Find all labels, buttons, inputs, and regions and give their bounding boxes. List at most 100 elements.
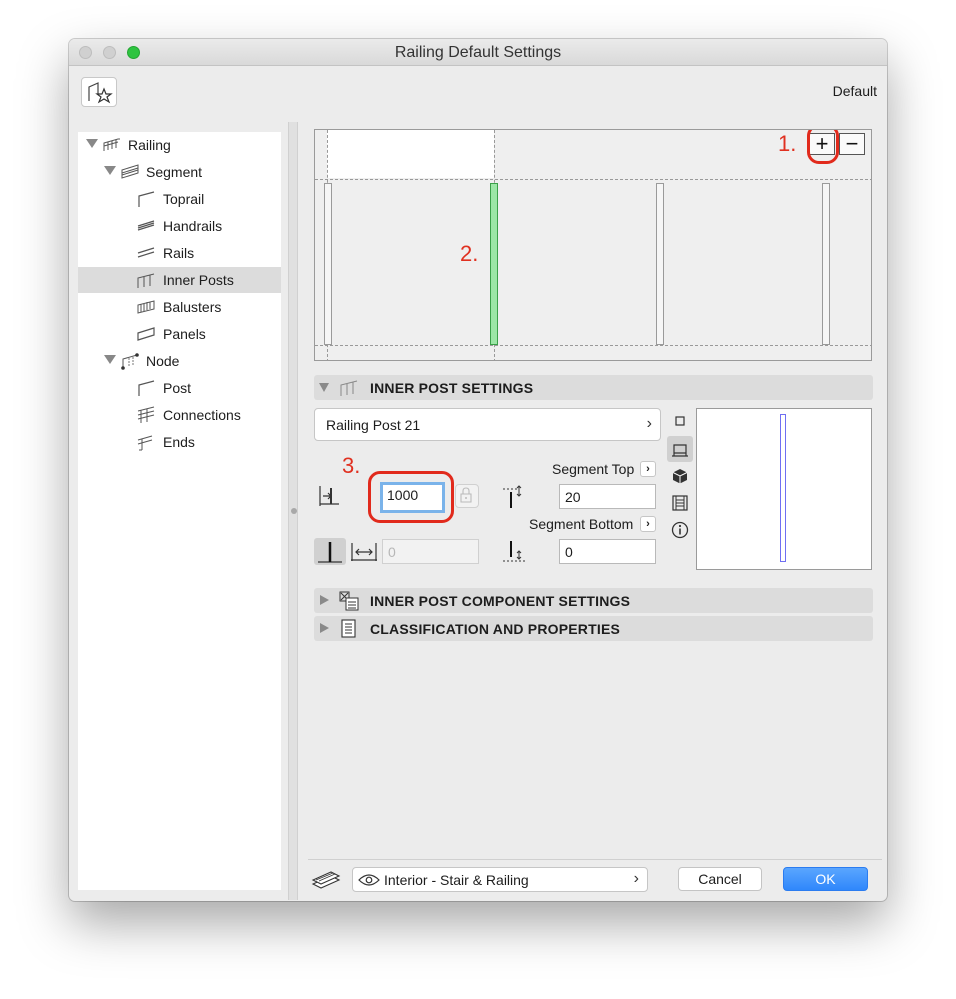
tree-item-railing[interactable]: Railing [78, 132, 281, 158]
node-icon [121, 353, 139, 370]
footer-divider [308, 859, 882, 860]
splitter-handle[interactable] [291, 508, 297, 514]
post-type-value: Railing Post 21 [326, 417, 421, 433]
favorites-button[interactable] [81, 77, 117, 107]
collapse-arrow-icon[interactable] [319, 383, 329, 392]
inner-posts-icon [340, 380, 358, 396]
info-icon [671, 521, 689, 539]
offset-input[interactable]: 1000 [380, 482, 445, 513]
tree-item-connections[interactable]: Connections [78, 402, 281, 428]
section-title: CLASSIFICATION AND PROPERTIES [370, 621, 621, 637]
title-bar: Railing Default Settings [69, 39, 887, 66]
remove-post-button[interactable]: − [839, 133, 865, 155]
tree-item-toprail[interactable]: Toprail [78, 186, 281, 212]
segment-top-input[interactable]: 20 [559, 484, 656, 509]
settings-tree: Railing Segment Toprail Handrails Rails … [78, 132, 281, 890]
guide-line [315, 179, 871, 180]
spacing-input[interactable]: 0 [382, 539, 479, 564]
view-3d-button[interactable] [667, 463, 693, 489]
component-settings-icon [339, 591, 359, 611]
railing-settings-dialog: Railing Default Settings Default Railing… [69, 39, 887, 901]
inner-post-settings-header[interactable]: INNER POST SETTINGS [314, 375, 873, 400]
preview-post[interactable] [656, 183, 664, 345]
annotation-step-1: 1. [778, 131, 797, 156]
chevron-right-icon: › [646, 415, 652, 432]
section-title: INNER POST SETTINGS [370, 380, 534, 396]
classification-and-properties-header[interactable]: CLASSIFICATION AND PROPERTIES [314, 616, 873, 641]
favorite-name-label: Default [832, 83, 877, 99]
expand-arrow-icon[interactable] [104, 166, 116, 175]
railing-icon [103, 138, 120, 151]
cancel-button[interactable]: Cancel [678, 867, 762, 891]
segment-icon [121, 164, 139, 179]
tree-item-handrails[interactable]: Handrails [78, 213, 281, 239]
segment-top-chevron-button[interactable]: › [640, 461, 656, 477]
expand-arrow-icon[interactable] [86, 139, 98, 148]
segment-bottom-label: Segment Bottom [529, 516, 634, 532]
panel-splitter[interactable] [288, 122, 298, 900]
lock-button[interactable] [455, 484, 479, 508]
eye-icon[interactable] [358, 873, 380, 887]
rails-icon [137, 247, 155, 258]
cube-icon [672, 469, 688, 484]
expand-arrow-icon[interactable] [320, 595, 329, 605]
preview-post[interactable] [324, 183, 332, 345]
annotation-step-3: 3. [342, 453, 361, 478]
post-preview [696, 408, 872, 570]
chevron-right-icon: › [633, 870, 639, 887]
chain-link-icon [460, 487, 472, 503]
tree-label: Balusters [163, 299, 222, 315]
view-info-button[interactable] [667, 517, 693, 543]
tree-label: Segment [146, 164, 203, 180]
preview-post-selected[interactable] [490, 183, 498, 345]
ends-icon [137, 435, 153, 451]
ok-button[interactable]: OK [783, 867, 868, 891]
document-icon [341, 619, 356, 638]
post-icon [138, 380, 155, 396]
connections-icon [137, 406, 155, 423]
tree-label: Panels [163, 326, 206, 342]
expand-arrow-icon[interactable] [320, 623, 329, 633]
preview-highlight-area [327, 130, 494, 178]
tree-item-post[interactable]: Post [78, 375, 281, 401]
top-offset-icon [503, 485, 522, 508]
post-type-selector[interactable]: Railing Post 21 › [314, 408, 661, 441]
layer-selector[interactable]: Interior - Stair & Railing › [352, 867, 648, 892]
inner-post-component-settings-header[interactable]: INNER POST COMPONENT SETTINGS [314, 588, 873, 613]
spacing-icon [351, 543, 377, 561]
tree-item-balusters[interactable]: Balusters [78, 294, 281, 320]
tree-item-node[interactable]: Node [78, 348, 281, 374]
tree-item-panels[interactable]: Panels [78, 321, 281, 347]
post-align-icon [318, 542, 342, 563]
tree-item-ends[interactable]: Ends [78, 429, 281, 455]
alignment-button[interactable] [314, 538, 346, 565]
view-section-button[interactable] [667, 490, 693, 516]
offset-icon [319, 486, 339, 506]
segment-bottom-input[interactable]: 0 [559, 539, 656, 564]
view-plan-button[interactable] [667, 408, 693, 434]
square-icon [675, 416, 685, 426]
segment-bottom-chevron-button[interactable]: › [640, 516, 656, 532]
railing-preview[interactable]: + − 1. 2. [314, 129, 872, 361]
tree-label: Handrails [163, 218, 223, 234]
layer-value: Interior - Stair & Railing [384, 872, 529, 888]
annotation-step-2: 2. [460, 241, 479, 266]
tree-item-inner-posts[interactable]: Inner Posts [78, 267, 281, 293]
tree-item-segment[interactable]: Segment [78, 159, 281, 185]
tree-label: Inner Posts [163, 272, 234, 288]
bottom-offset-icon [503, 541, 525, 562]
film-icon [672, 495, 688, 511]
favorites-star-icon [88, 82, 113, 104]
expand-arrow-icon[interactable] [104, 355, 116, 364]
segment-top-label: Segment Top [552, 461, 635, 477]
inner-posts-icon [137, 273, 155, 288]
view-elevation-button[interactable] [667, 436, 693, 462]
preview-post [780, 414, 786, 562]
tree-label: Connections [163, 407, 241, 423]
highlight-ring [807, 130, 839, 164]
tree-label: Rails [163, 245, 195, 261]
window-title: Railing Default Settings [394, 44, 562, 61]
preview-post[interactable] [822, 183, 830, 345]
tree-item-rails[interactable]: Rails [78, 240, 281, 266]
tree-label: Post [163, 380, 192, 396]
